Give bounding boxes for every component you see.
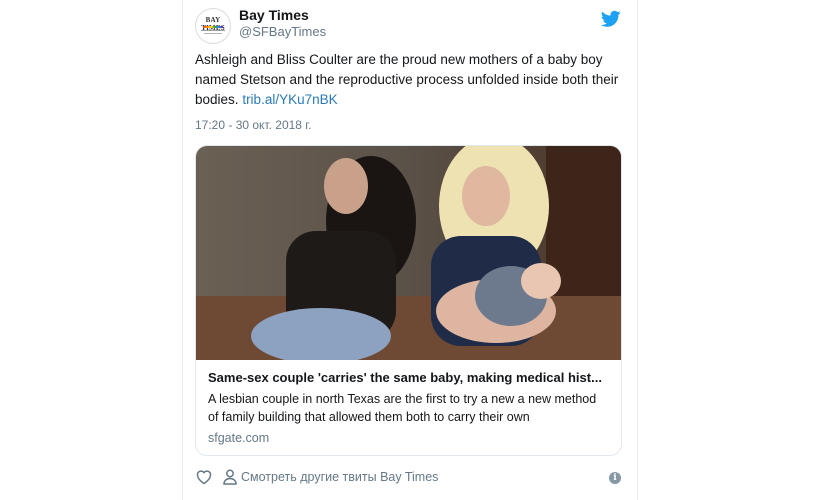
tweet-footer: Смотреть другие твиты Bay Times i	[195, 466, 625, 490]
link-card-title: Same-sex couple 'carries' the same baby,…	[208, 370, 602, 385]
link-card-photo	[196, 146, 621, 360]
tweet-timestamp[interactable]: 17:20 - 30 окт. 2018 г.	[195, 118, 312, 132]
avatar[interactable]: BAY TIMES	[195, 8, 231, 44]
more-tweets-link[interactable]: Смотреть другие твиты Bay Times	[241, 470, 438, 484]
avatar-line	[201, 30, 225, 31]
tweet-text: Ashleigh and Bliss Coulter are the proud…	[195, 50, 621, 110]
link-card-domain: sfgate.com	[208, 431, 270, 445]
person-icon	[223, 469, 237, 485]
heart-icon[interactable]	[195, 469, 213, 485]
tweet-header: BAY TIMES Bay Times @SFBayTimes	[195, 7, 625, 48]
link-card-description: A lesbian couple in north Texas are the …	[208, 392, 597, 424]
avatar-rainbow-stripe	[203, 26, 223, 28]
info-icon[interactable]: i	[609, 472, 621, 484]
display-name[interactable]: Bay Times	[239, 7, 309, 23]
link-preview-card[interactable]: Same-sex couple 'carries' the same baby,…	[195, 145, 622, 456]
tweet-link[interactable]: trib.al/YKu7nBK	[242, 92, 337, 107]
user-handle[interactable]: @SFBayTimes	[239, 24, 326, 39]
embedded-tweet: BAY TIMES Bay Times @SFBayTimes Ashleigh…	[182, 0, 638, 500]
avatar-line	[204, 33, 222, 34]
twitter-bird-icon[interactable]	[601, 10, 621, 28]
